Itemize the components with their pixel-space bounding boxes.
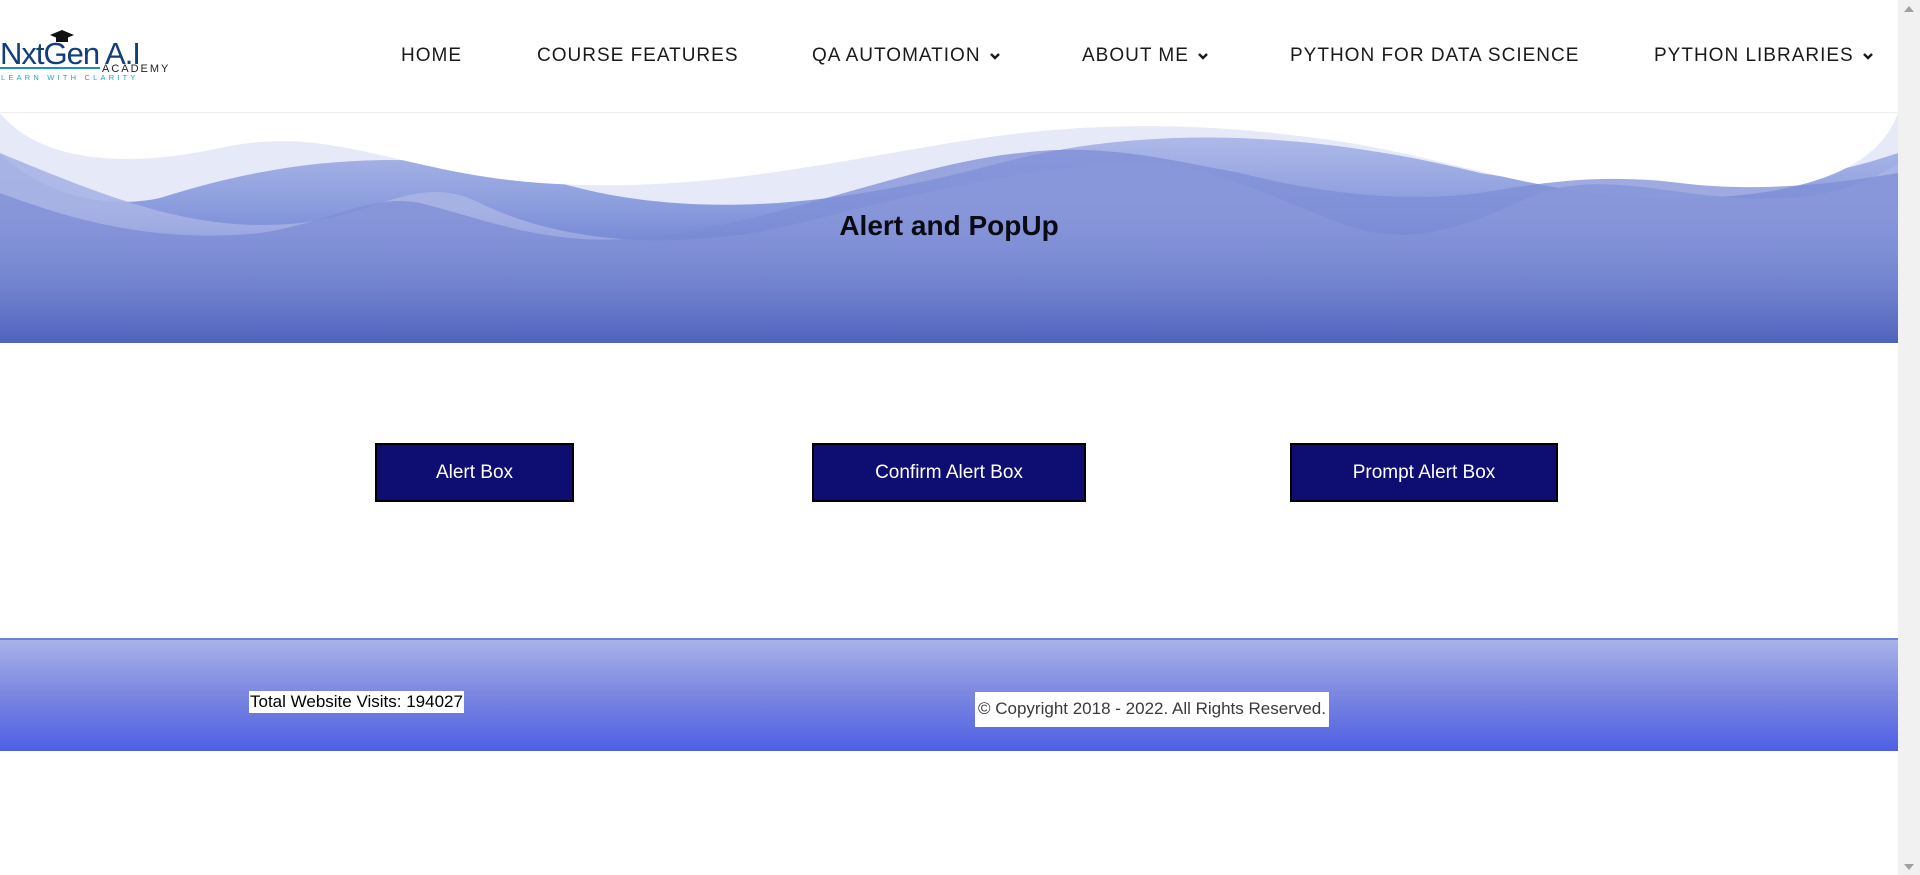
- chevron-down-icon: [989, 53, 1000, 60]
- logo-tagline: LEARN WITH CLARITY: [1, 73, 139, 82]
- nav-item-label: QA AUTOMATION: [812, 45, 981, 66]
- nav-item-about-me[interactable]: ABOUT ME: [1082, 45, 1209, 67]
- copyright-notice: © Copyright 2018 - 2022. All Rights Rese…: [975, 692, 1329, 727]
- chevron-down-icon: [1198, 53, 1208, 60]
- nav-item-label: PYTHON FOR DATA SCIENCE: [1290, 45, 1580, 66]
- nav-item-label: HOME: [401, 45, 462, 66]
- prompt-alert-box-button[interactable]: Prompt Alert Box: [1290, 443, 1558, 502]
- nav-item-label: PYTHON LIBRARIES: [1654, 45, 1854, 66]
- vertical-scrollbar[interactable]: [1898, 0, 1920, 875]
- page: NxtGen A.I ACADEMY LEARN WITH CLARITY HO…: [0, 0, 1920, 875]
- scroll-up-arrow-icon[interactable]: [1898, 0, 1920, 17]
- chevron-down-icon: [1862, 53, 1873, 60]
- visit-counter: Total Website Visits: 194027: [249, 691, 464, 713]
- confirm-alert-box-button[interactable]: Confirm Alert Box: [812, 443, 1086, 502]
- site-logo[interactable]: NxtGen A.I ACADEMY LEARN WITH CLARITY: [0, 30, 168, 84]
- nav-item-python-libraries[interactable]: PYTHON LIBRARIES: [1654, 45, 1874, 67]
- nav-item-label: ABOUT ME: [1082, 45, 1189, 66]
- scroll-down-arrow-icon[interactable]: [1898, 858, 1920, 875]
- nav-item-qa-automation[interactable]: QA AUTOMATION: [812, 45, 1001, 67]
- logo-name-main: NxtGen: [0, 36, 100, 71]
- site-header: NxtGen A.I ACADEMY LEARN WITH CLARITY HO…: [0, 0, 1898, 113]
- nav-item-label: COURSE FEATURES: [537, 45, 739, 66]
- site-footer: Total Website Visits: 194027 © Copyright…: [0, 638, 1898, 751]
- hero-banner: Alert and PopUp: [0, 113, 1898, 343]
- page-title: Alert and PopUp: [839, 210, 1059, 241]
- logo-underline: [0, 67, 100, 69]
- nav-item-home[interactable]: HOME: [401, 45, 462, 67]
- nav-item-python-for-data-science[interactable]: PYTHON FOR DATA SCIENCE: [1290, 45, 1579, 67]
- nav-item-course-features[interactable]: COURSE FEATURES: [537, 45, 739, 67]
- alert-box-button[interactable]: Alert Box: [375, 443, 574, 502]
